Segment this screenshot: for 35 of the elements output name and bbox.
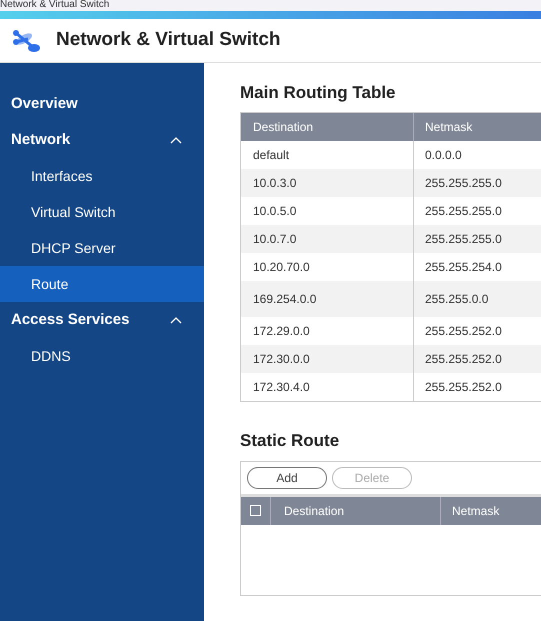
sidebar-item[interactable]: DDNS bbox=[0, 338, 204, 374]
chevron-up-icon bbox=[170, 136, 182, 144]
table-cell-text: 255.255.255.0 bbox=[424, 203, 503, 220]
column-header: Destination bbox=[241, 113, 414, 142]
app-title: Network & Virtual Switch bbox=[56, 28, 281, 52]
table-cell-text: 255.255.255.0 bbox=[424, 175, 503, 192]
sidebar-item[interactable]: Interfaces bbox=[0, 158, 204, 194]
table-cell: 172.30.0.0 bbox=[241, 345, 414, 374]
column-header: Netmask bbox=[451, 502, 500, 520]
checkbox[interactable] bbox=[250, 505, 261, 516]
table-cell-text: 0.0.0.0 bbox=[424, 147, 463, 164]
table-cell-text: 255.255.0.0 bbox=[424, 291, 490, 308]
table-cell: 172.30.4.0 bbox=[241, 373, 414, 402]
section-title: Main Routing Table bbox=[240, 83, 397, 104]
column-header: Destination bbox=[271, 496, 441, 525]
table-cell: 10.0.3.0 bbox=[241, 169, 414, 198]
sidebar-item[interactable]: Overview bbox=[0, 86, 204, 122]
sidebar-item[interactable]: DHCP Server bbox=[0, 230, 204, 266]
column-header: Netmask bbox=[424, 119, 474, 136]
sidebar-item[interactable]: Virtual Switch bbox=[0, 194, 204, 230]
section-title: Static Route bbox=[240, 431, 340, 452]
table-cell-text: 255.255.254.0 bbox=[424, 259, 503, 276]
table-cell: 169.254.0.0 bbox=[241, 281, 414, 318]
table-cell-text: 255.255.252.0 bbox=[424, 351, 503, 368]
table-cell-text: 255.255.252.0 bbox=[424, 323, 503, 340]
sidebar-item[interactable]: Route bbox=[0, 266, 204, 302]
network-icon bbox=[10, 28, 42, 52]
table-cell-text: 255.255.252.0 bbox=[424, 379, 503, 396]
sidebar-item[interactable]: Access Services bbox=[0, 302, 204, 338]
window-title: Network & Virtual Switch bbox=[0, 0, 110, 10]
chevron-up-icon bbox=[170, 316, 182, 324]
sidebar-item[interactable]: Network bbox=[0, 122, 204, 158]
table-cell: 10.0.7.0 bbox=[241, 225, 414, 254]
table-cell-text: 255.255.255.0 bbox=[424, 231, 503, 248]
add-button[interactable]: Add bbox=[247, 466, 327, 489]
